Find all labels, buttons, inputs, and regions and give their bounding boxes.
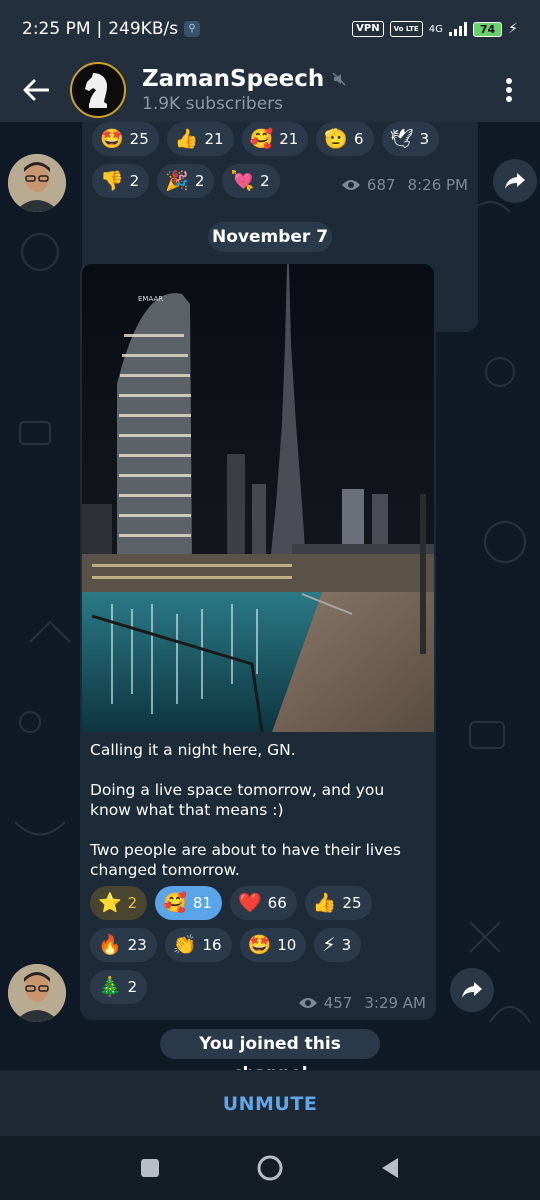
- reaction-pill[interactable]: ❤️ 66: [229, 886, 297, 920]
- reaction-pill[interactable]: 👏 16: [164, 928, 232, 962]
- reaction-pill[interactable]: 🤩 25: [92, 122, 159, 156]
- bottom-action-bar: UNMUTE: [0, 1070, 540, 1136]
- message-photo[interactable]: EMAAR: [82, 264, 434, 732]
- more-vertical-icon: [506, 78, 512, 102]
- reaction-pill[interactable]: 🔥 23: [90, 928, 157, 962]
- channel-info[interactable]: ZamanSpeech 1.9K subscribers: [142, 66, 346, 114]
- share-arrow-icon: [505, 173, 525, 189]
- signal-icon: [448, 22, 467, 36]
- reaction-pill[interactable]: 👎 2: [92, 164, 150, 198]
- reaction-pill[interactable]: 🥰 81: [155, 886, 222, 920]
- reaction-pill[interactable]: ⚡ 3: [314, 928, 362, 962]
- app-notification-icon: ⚲: [184, 21, 201, 37]
- volte-icon: Vo LTE: [389, 21, 423, 37]
- views-eye-icon: [298, 998, 317, 1008]
- system-nav-bar: [0, 1136, 540, 1200]
- muted-speaker-icon: [332, 72, 346, 86]
- status-speed: 249KB/s: [108, 19, 179, 39]
- back-button[interactable]: [16, 70, 56, 110]
- more-options-button[interactable]: [494, 70, 524, 110]
- message-meta: 687 8:26 PM: [341, 176, 468, 194]
- reaction-pill[interactable]: 👍 21: [166, 122, 234, 156]
- reaction-pill[interactable]: 💘 2: [222, 164, 280, 198]
- network-type: 4G: [428, 23, 443, 35]
- recents-square-icon[interactable]: [140, 1158, 160, 1178]
- reaction-pill[interactable]: 🫡 6: [316, 122, 374, 156]
- chat-header: ZamanSpeech 1.9K subscribers: [0, 58, 540, 122]
- status-time: 2:25 PM: [22, 19, 91, 39]
- reaction-pill[interactable]: 🥰 21: [241, 122, 309, 156]
- city-night-photo: EMAAR: [82, 264, 434, 732]
- reaction-pill[interactable]: 🕊 3: [381, 122, 440, 156]
- reactions-row: ⭐ 2 🥰 81 ❤️ 66 👍 25 🔥 23 👏 16 🤩 10 ⚡ 3 🎄 2: [90, 886, 426, 1004]
- charging-icon: ⚡: [508, 21, 518, 37]
- share-arrow-icon: [462, 982, 482, 998]
- message-time: 8:26 PM: [407, 176, 468, 194]
- service-message: You joined this channel: [160, 1029, 380, 1070]
- chat-area[interactable]: 🤩 25 👍 21 🥰 21 🫡 6 🕊 3 👎 2 🎉 2 💘 2 687 8:26 PM: [0, 122, 540, 1070]
- back-arrow-icon: [23, 79, 49, 101]
- subscriber-count: 1.9K subscribers: [142, 94, 284, 114]
- message-caption: Calling it a night here, GN. Doing a liv…: [90, 741, 401, 879]
- avatar-photo: [8, 964, 66, 1022]
- reaction-pill[interactable]: ⭐ 2: [90, 886, 148, 920]
- reaction-pill[interactable]: 🤩 10: [239, 928, 307, 962]
- message-bubble[interactable]: EMAAR Calling it a night here, GN. Doing…: [80, 262, 436, 1020]
- avatar-photo: [8, 154, 66, 212]
- status-bar: 2:25 PM | 249KB/s ⚲ VPN Vo LTE 4G 74 ⚡: [0, 0, 540, 58]
- date-separator: November 7: [208, 222, 332, 252]
- views-eye-icon: [341, 180, 360, 190]
- message-meta: 457 3:29 AM: [298, 994, 426, 1012]
- author-avatar[interactable]: [8, 154, 66, 212]
- home-circle-icon[interactable]: [256, 1154, 284, 1182]
- knight-logo-icon: [85, 73, 107, 108]
- view-count: 457: [323, 994, 353, 1012]
- reaction-pill[interactable]: 🎉 2: [157, 164, 215, 198]
- tower-sign: EMAAR: [138, 295, 163, 303]
- channel-avatar[interactable]: [70, 62, 126, 118]
- channel-title: ZamanSpeech: [142, 66, 325, 92]
- reaction-pill[interactable]: 🎄 2: [90, 970, 148, 1004]
- reaction-pill[interactable]: 👍 25: [304, 886, 372, 920]
- message-time: 3:29 AM: [364, 994, 426, 1012]
- unmute-button[interactable]: UNMUTE: [223, 1093, 318, 1115]
- forward-button[interactable]: [450, 968, 494, 1012]
- forward-button[interactable]: [493, 159, 537, 203]
- view-count: 687: [366, 176, 396, 194]
- author-avatar[interactable]: [8, 964, 66, 1022]
- back-triangle-icon[interactable]: [380, 1157, 400, 1179]
- vpn-icon: VPN: [352, 21, 384, 37]
- battery-icon: 74: [472, 21, 503, 37]
